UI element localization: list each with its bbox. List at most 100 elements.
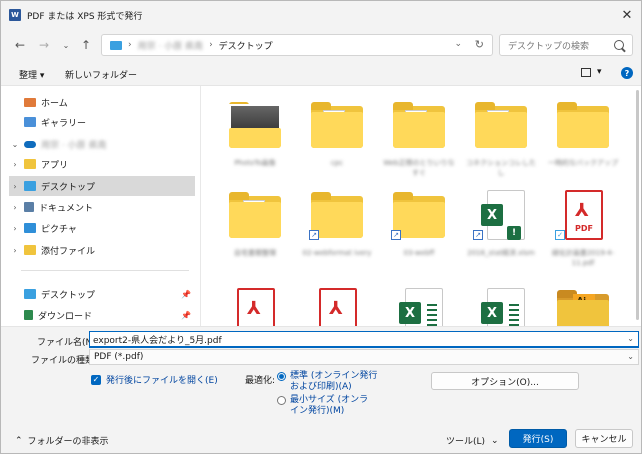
pictures-icon — [24, 223, 36, 233]
file-tile[interactable]: W Web正際のとりいりなすぐ — [379, 94, 459, 184]
publish-dialog: W PDF または XPS 形式で発行 ✕ ← → ⌄ ↑ › 用宗 · 小原 … — [0, 0, 642, 454]
expand-chevron-icon[interactable]: › — [9, 203, 21, 212]
expand-chevron-icon[interactable]: › — [9, 224, 21, 233]
shortcut-arrow-icon: ↗ — [309, 230, 319, 240]
help-icon[interactable]: ? — [621, 67, 633, 79]
excel-file-icon: X — [473, 288, 529, 326]
breadcrumb-chevron-icon[interactable]: › — [209, 40, 213, 50]
pin-icon[interactable]: 📌 — [181, 311, 191, 320]
file-tile[interactable]: X ! ↗ 2016_stat経済.xlsm — [461, 184, 541, 274]
publish-button[interactable]: 発行(S) — [509, 429, 567, 448]
radio-unselected-icon[interactable] — [277, 396, 286, 405]
sidebar-item-downloads[interactable]: ダウンロード 📌 — [9, 305, 195, 325]
file-tile[interactable]: ⅄ — [215, 282, 295, 326]
folder-icon: W — [391, 100, 447, 152]
breadcrumb-desktop[interactable]: デスクトップ — [219, 39, 273, 52]
expand-chevron-icon[interactable]: › — [9, 246, 21, 255]
gallery-icon — [24, 117, 36, 127]
open-after-publish-checkbox[interactable]: ✓ 発行後にファイルを開く(E) — [91, 373, 218, 386]
optimize-minimum-radio[interactable]: 最小サイズ (オンライン発行)(M) — [277, 395, 377, 417]
tools-menu-button[interactable]: ツール(L) ⌄ — [446, 434, 499, 448]
sidebar-item-gallery[interactable]: ギャラリー — [9, 112, 195, 132]
file-name: コネクションコレしたし — [466, 159, 536, 177]
file-list-scrollbar[interactable] — [636, 90, 639, 320]
file-tile[interactable]: X cpc — [297, 94, 377, 184]
file-tile[interactable]: X — [461, 282, 541, 326]
filetype-select[interactable]: PDF (*.pdf) ⌄ — [89, 349, 639, 365]
breadcrumb-chevron-icon[interactable]: › — [128, 40, 132, 50]
radio-label: 最小サイズ (オンライン発行)(M) — [290, 395, 369, 416]
acrobat-icon: ⅄ — [247, 298, 261, 319]
sidebar-item-label: アプリ — [41, 160, 69, 171]
hide-folders-toggle[interactable]: ⌃ フォルダーの非表示 — [15, 434, 109, 448]
main-area: ホーム ギャラリー ⌄ 用宗 · 小原 県南 › アプリ › デスクトップ › … — [1, 85, 641, 327]
shortcut-arrow-icon: ↗ — [473, 230, 483, 240]
file-tile[interactable]: ↗ 03-webff — [379, 184, 459, 274]
chevron-down-icon: ▾ — [597, 67, 602, 77]
organize-menu-button[interactable]: 整理 ▾ — [19, 68, 44, 81]
search-input[interactable]: デスクトップの検索 — [499, 34, 633, 56]
file-tile[interactable]: Ai — [543, 282, 623, 326]
sidebar-item-apps[interactable]: › アプリ — [9, 154, 195, 174]
pdf-file-icon: ⅄ — [227, 288, 283, 326]
file-list: PhotoTo画像 X cpc W Web正際のとりいりなすぐ — [201, 86, 641, 326]
navigation-pane: ホーム ギャラリー ⌄ 用宗 · 小原 県南 › アプリ › デスクトップ › … — [1, 86, 201, 326]
sidebar-item-documents[interactable]: › ドキュメント — [9, 197, 195, 217]
optimize-label: 最適化: — [245, 376, 276, 386]
sidebar-item-onedrive[interactable]: ⌄ 用宗 · 小原 県南 — [9, 134, 195, 154]
chevron-down-icon[interactable]: ⌄ — [627, 352, 634, 361]
folder-icon — [24, 159, 36, 169]
address-bar[interactable]: › 用宗 · 小原 県南 › デスクトップ ⌄ ↻ — [101, 34, 493, 56]
acrobat-icon: ⅄ — [329, 298, 343, 319]
filename-value: export2-県人会だより_5月.pdf — [93, 335, 222, 346]
acrobat-icon: ⅄ — [575, 200, 589, 221]
recent-locations-chevron-icon[interactable]: ⌄ — [57, 36, 75, 54]
expand-chevron-icon[interactable]: › — [9, 160, 21, 169]
chevron-down-icon[interactable]: ⌄ — [627, 334, 634, 343]
expand-chevron-icon[interactable]: ⌄ — [9, 140, 21, 149]
options-button[interactable]: オプション(O)... — [431, 372, 579, 390]
sidebar-item-desktop[interactable]: › デスクトップ — [9, 176, 195, 196]
pin-icon[interactable]: 📌 — [181, 290, 191, 299]
file-tile[interactable]: X — [379, 282, 459, 326]
folder-shortcut-icon: ↗ — [391, 190, 447, 242]
file-name: 緑化計画書2019-4-11.pdf — [551, 249, 615, 267]
breadcrumb-user-folder[interactable]: 用宗 · 小原 県南 — [138, 39, 203, 52]
file-tile[interactable]: ⅄ — [297, 282, 377, 326]
up-arrow-icon[interactable]: ↑ — [77, 36, 95, 54]
new-folder-button[interactable]: 新しいフォルダー — [65, 68, 137, 81]
checkbox-checked-icon[interactable]: ✓ — [91, 374, 101, 385]
radio-selected-icon[interactable] — [277, 372, 286, 381]
navigation-bar: ← → ⌄ ↑ › 用宗 · 小原 県南 › デスクトップ ⌄ ↻ デスクトップ… — [1, 29, 641, 61]
file-name: 02-webformat ivery — [302, 249, 372, 257]
excel-file-icon: X — [391, 288, 447, 326]
sidebar-item-attachments[interactable]: › 添付ファイル — [9, 240, 195, 260]
file-tile[interactable]: ⅄ 自宅書類整理 — [215, 184, 295, 274]
expand-chevron-icon[interactable]: › — [9, 182, 21, 191]
file-tile[interactable]: PhotoTo画像 — [215, 94, 295, 184]
cancel-button[interactable]: キャンセル — [575, 429, 633, 448]
filename-input[interactable]: export2-県人会だより_5月.pdf ⌄ — [89, 331, 639, 348]
refresh-icon[interactable]: ↻ — [475, 38, 484, 51]
folder-icon: Ai — [555, 288, 611, 326]
address-history-dropdown-icon[interactable]: ⌄ — [454, 39, 462, 49]
file-tile[interactable]: ⅄ PDF ✓ 緑化計画書2019-4-11.pdf — [543, 184, 623, 274]
file-tile[interactable]: W コネクションコレしたし — [461, 94, 541, 184]
sidebar-item-home[interactable]: ホーム — [9, 92, 195, 112]
file-tile[interactable]: ↗ 02-webformat ivery — [297, 184, 377, 274]
sidebar-item-label: デスクトップ — [41, 182, 96, 193]
shortcut-arrow-icon: ↗ — [391, 230, 401, 240]
forward-arrow-icon[interactable]: → — [35, 36, 53, 54]
download-icon — [24, 310, 33, 320]
sidebar-item-pictures[interactable]: › ピクチャ — [9, 218, 195, 238]
document-icon — [24, 202, 34, 212]
cloud-icon — [24, 140, 36, 148]
view-options-button[interactable]: ▾ — [581, 67, 602, 77]
sidebar-item-label: 用宗 · 小原 県南 — [41, 140, 107, 151]
close-icon[interactable]: ✕ — [619, 7, 635, 23]
back-arrow-icon[interactable]: ← — [11, 36, 29, 54]
optimize-standard-radio[interactable]: 標準 (オンライン発行および印刷)(A) — [277, 371, 381, 393]
sidebar-item-label: デスクトップ — [41, 290, 96, 301]
file-tile[interactable]: 一時的なバックアップ — [543, 94, 623, 184]
sidebar-item-quick-desktop[interactable]: デスクトップ 📌 — [9, 284, 195, 304]
